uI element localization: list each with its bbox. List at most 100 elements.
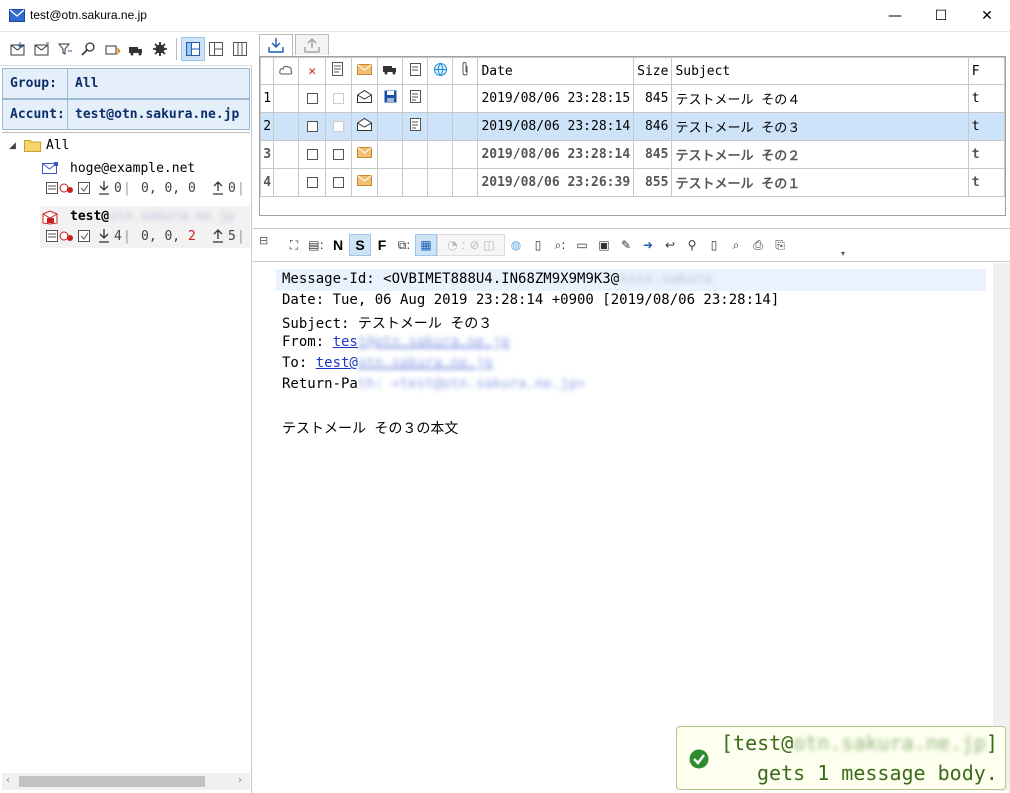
from-visible: tes (332, 334, 358, 350)
header-delete-icon[interactable]: ✕ (298, 57, 326, 85)
left-pane: Group: All Accunt: test@otn.sakura.ne.jp… (0, 32, 252, 793)
globe-cell (427, 168, 454, 197)
delete-checkbox[interactable] (298, 168, 326, 197)
normal-mode-button[interactable]: N (327, 234, 349, 256)
tab-outbox[interactable] (295, 34, 329, 55)
header-attachment-list-icon[interactable] (324, 57, 352, 85)
to-link[interactable]: test@otn.sakura.ne.jp (316, 355, 493, 371)
table-row-selected[interactable]: 2 2019/08/06 23:28:14 846 テストメール その３ t (260, 112, 1005, 141)
account-name-redacted: otn.sakura.ne.jp (109, 209, 235, 224)
left-horizontal-scrollbar[interactable]: ‹ › (2, 773, 250, 790)
folder-tools-icon[interactable] (101, 37, 125, 61)
attach-icon[interactable]: ⚲ (681, 234, 703, 256)
print-preview-icon[interactable]: ⎘ (769, 234, 791, 256)
active-account-name[interactable]: test@otn.sakura.ne.jp (70, 209, 234, 224)
header-document-icon[interactable] (402, 57, 429, 85)
forward-icon[interactable]: ➜ (637, 234, 659, 256)
cloud-cell (273, 112, 300, 141)
receive-icon[interactable] (30, 37, 54, 61)
reply-icon[interactable]: ↩ (659, 234, 681, 256)
globe-cell (427, 84, 454, 113)
globe-icon[interactable]: ◍ (505, 234, 527, 256)
filter-icon[interactable] (53, 37, 77, 61)
group-row: Group: All (2, 68, 250, 99)
search-doc-icon[interactable]: ⌕ (725, 234, 747, 256)
layout-vertical-icon[interactable] (180, 36, 205, 61)
header-subject[interactable]: Subject (671, 57, 969, 85)
minimize-button[interactable]: — (872, 0, 918, 31)
delete-checkbox[interactable] (298, 140, 326, 169)
account-tree: ◢ All hoge@example.net 0 | 0, 0, 0 0 | t… (2, 132, 250, 772)
receive-all-icon[interactable] (6, 37, 30, 61)
message-id-label: Message-Id: (282, 271, 384, 287)
size-cell: 845 (633, 140, 673, 169)
table-row[interactable]: 1 2019/08/06 23:28:15 845 テストメール その４ t (260, 84, 1005, 113)
tree-root-label[interactable]: All (46, 138, 69, 153)
scroll-right-arrow-icon[interactable]: › (238, 775, 242, 786)
find-icon[interactable]: ⌕: (549, 234, 571, 256)
header-view-icon[interactable]: ▤: (305, 234, 327, 256)
edit-icon[interactable]: ✎ (615, 234, 637, 256)
search-icon[interactable] (77, 37, 101, 61)
received-count: 0 (114, 181, 122, 196)
doc-icon[interactable]: ▯ (703, 234, 725, 256)
print-icon[interactable]: ⎙ (747, 234, 769, 256)
parts-icon[interactable]: ⧉: (393, 234, 415, 256)
header-size[interactable]: Size (633, 57, 673, 85)
document-cell (402, 140, 429, 169)
header-mail-icon[interactable] (350, 57, 379, 85)
row-number: 3 (260, 140, 275, 169)
collapse-arrow-icon[interactable]: ◢ (9, 141, 16, 151)
layout-horizontal-icon[interactable] (205, 37, 229, 61)
table-row[interactable]: 3 2019/08/06 23:28:14 845 テストメール その２ t (260, 140, 1005, 169)
account-name[interactable]: hoge@example.net (70, 161, 195, 176)
maximize-button[interactable]: ☐ (918, 0, 964, 31)
header-paperclip-icon[interactable] (452, 57, 479, 85)
delete-checkbox[interactable] (298, 112, 326, 141)
toolbar-separator (175, 37, 177, 60)
message-vertical-scrollbar[interactable] (993, 263, 1010, 791)
window-alt-icon[interactable]: ▣ (593, 234, 615, 256)
layout-columns-icon[interactable] (228, 37, 252, 61)
text-part-icon[interactable]: ▦ (415, 234, 437, 256)
unread-mail-icon (350, 140, 379, 169)
fixed-font-button[interactable]: F (371, 234, 393, 256)
flag-checkbox[interactable] (324, 112, 352, 141)
close-button[interactable]: ✕ (964, 0, 1010, 31)
header-from[interactable]: F (967, 57, 1005, 85)
group-account-panel: Group: All Accunt: test@otn.sakura.ne.jp (2, 68, 250, 130)
from-cell: t (967, 84, 1005, 113)
check-circle-icon (689, 749, 709, 769)
overflow-icon[interactable]: ▾ (841, 249, 845, 258)
window-icon[interactable]: ▭ (571, 234, 593, 256)
group-value[interactable]: All (68, 68, 250, 98)
source-mode-button[interactable]: S (349, 234, 371, 256)
header-truck-icon[interactable] (377, 57, 404, 85)
flag-checkbox[interactable] (324, 84, 352, 113)
notification-line1: [test@otn.sakura.ne.jp] (721, 731, 998, 755)
collapse-pane-icon[interactable]: ⊟ (259, 234, 268, 247)
header-globe-icon[interactable] (427, 57, 454, 85)
account-value[interactable]: test@otn.sakura.ne.jp (68, 99, 250, 129)
fit-icon[interactable]: ⛶ (283, 234, 305, 256)
delete-checkbox[interactable] (298, 84, 326, 113)
message-id-redacted: xxxx.sakura (619, 271, 712, 287)
message-list: ✕ Date Size Subject F 1 2019/08/06 23:28… (259, 56, 1006, 216)
attachment-cell (452, 84, 479, 113)
flag-checkbox[interactable] (324, 140, 352, 169)
save-icon[interactable] (377, 84, 404, 113)
status-icons (46, 182, 90, 194)
tab-inbox[interactable] (259, 34, 293, 56)
to-line: To: test@otn.sakura.ne.jp (282, 355, 493, 375)
header-date[interactable]: Date (477, 57, 635, 85)
truck-icon[interactable] (125, 37, 149, 61)
scrollbar-thumb[interactable] (19, 776, 205, 787)
page-icon[interactable]: ▯ (527, 234, 549, 256)
flag-checkbox[interactable] (324, 168, 352, 197)
from-link[interactable]: test@otn.sakura.ne.jp (333, 334, 510, 350)
scroll-left-arrow-icon[interactable]: ‹ (6, 775, 10, 786)
header-cloud-icon[interactable] (273, 57, 300, 85)
gear-icon[interactable] (148, 37, 172, 61)
row-number: 4 (260, 168, 275, 197)
table-row[interactable]: 4 2019/08/06 23:26:39 855 テストメール その１ t (260, 168, 1005, 197)
